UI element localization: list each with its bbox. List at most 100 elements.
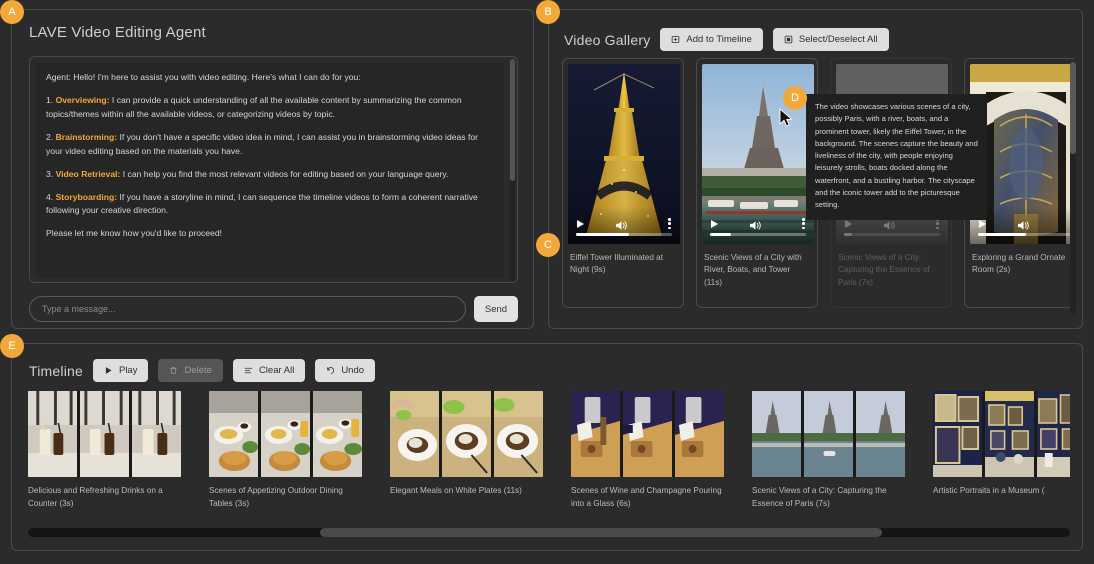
add-clip-icon bbox=[671, 35, 680, 44]
clip-frame bbox=[933, 391, 982, 477]
timeline-panel: Timeline Play Delete Clear All bbox=[11, 343, 1083, 551]
video-thumbnail[interactable] bbox=[568, 64, 680, 244]
video-progress-bar[interactable] bbox=[576, 233, 672, 236]
gallery-header: Video Gallery Add to Timeline Select/Des… bbox=[564, 28, 889, 51]
play-icon[interactable] bbox=[845, 220, 852, 228]
clip-frame bbox=[28, 391, 77, 477]
chat-panel: LAVE Video Editing Agent Agent: Hello! I… bbox=[11, 9, 534, 329]
clip-filmstrip[interactable] bbox=[571, 391, 724, 477]
play-icon bbox=[104, 366, 113, 375]
clip-caption: Delicious and Refreshing Drinks on a Cou… bbox=[28, 485, 181, 510]
clip-filmstrip[interactable] bbox=[28, 391, 181, 477]
annotation-badge-d: D bbox=[783, 86, 807, 110]
clip-filmstrip[interactable] bbox=[390, 391, 543, 477]
video-progress-bar[interactable] bbox=[710, 233, 806, 236]
gallery-scrollbar[interactable] bbox=[1070, 62, 1076, 314]
chat-scrollbar[interactable] bbox=[510, 59, 515, 282]
chat-message-outro: Please let me know how you'd like to pro… bbox=[46, 227, 492, 241]
clip-filmstrip[interactable] bbox=[752, 391, 905, 477]
clip-caption: Scenes of Wine and Champagne Pouring int… bbox=[571, 485, 724, 510]
annotation-badge-b: B bbox=[536, 0, 560, 24]
timeline-clip[interactable]: Scenic Views of a City: Capturing the Es… bbox=[752, 391, 905, 510]
clip-frame bbox=[390, 391, 439, 477]
message-input[interactable] bbox=[29, 296, 466, 322]
play-icon[interactable] bbox=[577, 220, 584, 228]
clip-frame bbox=[623, 391, 672, 477]
timeline-clip[interactable]: Scenes of Wine and Champagne Pouring int… bbox=[571, 391, 724, 510]
clip-caption: Artistic Portraits in a Museum ( bbox=[933, 485, 1070, 498]
more-options-icon[interactable] bbox=[668, 218, 671, 229]
timeline-clip[interactable]: Artistic Portraits in a Museum ( bbox=[933, 391, 1070, 510]
play-button[interactable]: Play bbox=[93, 359, 148, 382]
chat-scrollbar-thumb[interactable] bbox=[510, 59, 515, 181]
clip-frame bbox=[985, 391, 1034, 477]
timeline-clip[interactable]: Delicious and Refreshing Drinks on a Cou… bbox=[28, 391, 181, 510]
annotation-badge-a: A bbox=[0, 0, 24, 24]
clip-frame bbox=[752, 391, 801, 477]
clip-frame bbox=[494, 391, 543, 477]
video-caption: Eiffel Tower Illuminated at Night (9s) bbox=[568, 252, 678, 277]
keyword-storyboarding: Storyboarding: bbox=[56, 192, 118, 202]
clip-frame bbox=[571, 391, 620, 477]
video-progress-bar[interactable] bbox=[844, 233, 940, 236]
clip-frame bbox=[313, 391, 362, 477]
keyword-brainstorming: Brainstorming: bbox=[56, 132, 118, 142]
clip-frame bbox=[442, 391, 491, 477]
clear-all-button[interactable]: Clear All bbox=[233, 359, 305, 382]
chat-input-row: Send bbox=[29, 296, 518, 322]
clip-filmstrip[interactable] bbox=[209, 391, 362, 477]
mouse-cursor-icon bbox=[779, 108, 793, 127]
gallery-scrollbar-thumb[interactable] bbox=[1070, 62, 1076, 154]
add-to-timeline-button[interactable]: Add to Timeline bbox=[660, 28, 762, 51]
list-number: 1. bbox=[46, 95, 53, 105]
play-icon[interactable] bbox=[979, 220, 986, 228]
clip-frame bbox=[675, 391, 724, 477]
chat-message-overviewing: 1. Overviewing: I can provide a quick un… bbox=[46, 94, 492, 122]
list-number: 4. bbox=[46, 192, 53, 202]
clip-frame bbox=[209, 391, 258, 477]
gallery-video-card[interactable]: Eiffel Tower Illuminated at Night (9s) bbox=[562, 58, 684, 308]
clip-caption: Elegant Meals on White Plates (11s) bbox=[390, 485, 543, 498]
clip-caption: Scenes of Appetizing Outdoor Dining Tabl… bbox=[209, 485, 362, 510]
select-deselect-all-label: Select/Deselect All bbox=[799, 34, 878, 45]
play-label: Play bbox=[119, 365, 137, 376]
clip-frame bbox=[856, 391, 905, 477]
gallery-title: Video Gallery bbox=[564, 32, 650, 48]
chat-message-video-retrieval: 3. Video Retrieval: I can help you find … bbox=[46, 168, 492, 182]
clip-filmstrip[interactable] bbox=[933, 391, 1070, 477]
annotation-badge-e: E bbox=[0, 334, 24, 358]
timeline-header: Timeline Play Delete Clear All bbox=[29, 359, 375, 382]
chat-log[interactable]: Agent: Hello! I'm here to assist you wit… bbox=[36, 63, 504, 278]
message-body: I can help you find the most relevant vi… bbox=[120, 169, 448, 179]
timeline-clip[interactable]: Scenes of Appetizing Outdoor Dining Tabl… bbox=[209, 391, 362, 510]
select-deselect-all-button[interactable]: Select/Deselect All bbox=[773, 28, 889, 51]
timeline-scrollbar-thumb[interactable] bbox=[320, 528, 882, 537]
timeline-row: Delicious and Refreshing Drinks on a Cou… bbox=[28, 391, 1070, 510]
volume-icon[interactable] bbox=[1017, 218, 1030, 229]
play-icon[interactable] bbox=[711, 220, 718, 228]
send-button[interactable]: Send bbox=[474, 296, 518, 322]
video-caption: Exploring a Grand Ornate Room (2s) bbox=[970, 252, 1074, 277]
volume-icon[interactable] bbox=[749, 218, 762, 229]
keyword-overviewing: Overviewing: bbox=[56, 95, 110, 105]
clip-frame bbox=[132, 391, 181, 477]
chat-log-container: Agent: Hello! I'm here to assist you wit… bbox=[29, 56, 518, 283]
timeline-title: Timeline bbox=[29, 363, 83, 379]
keyword-video-retrieval: Video Retrieval: bbox=[56, 169, 121, 179]
video-progress-bar[interactable] bbox=[978, 233, 1074, 236]
list-number: 3. bbox=[46, 169, 53, 179]
list-number: 2. bbox=[46, 132, 53, 142]
clear-list-icon bbox=[244, 366, 253, 375]
timeline-scroll-area: Delicious and Refreshing Drinks on a Cou… bbox=[28, 391, 1070, 515]
timeline-scrollbar[interactable] bbox=[28, 528, 1070, 537]
video-caption: Scenic Views of a City with River, Boats… bbox=[702, 252, 812, 289]
undo-label: Undo bbox=[341, 365, 364, 376]
timeline-clip[interactable]: Elegant Meals on White Plates (11s) bbox=[390, 391, 543, 510]
undo-button[interactable]: Undo bbox=[315, 359, 375, 382]
delete-button[interactable]: Delete bbox=[158, 359, 222, 382]
volume-icon[interactable] bbox=[615, 218, 628, 229]
more-options-icon[interactable] bbox=[802, 218, 805, 229]
clip-frame bbox=[80, 391, 129, 477]
chat-message-brainstorming: 2. Brainstorming: If you don't have a sp… bbox=[46, 131, 492, 159]
video-description-tooltip: The video showcases various scenes of a … bbox=[806, 94, 987, 220]
